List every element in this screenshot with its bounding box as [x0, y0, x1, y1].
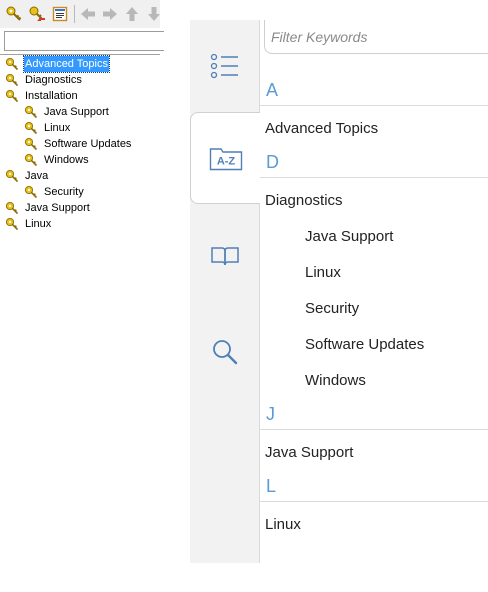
tree-item-label: Diagnostics: [25, 74, 82, 86]
index-content: A Advanced Topics D Diagnostics Java Support…: [260, 20, 488, 563]
down-arrow-icon[interactable]: [145, 5, 163, 23]
index-letter-heading: D: [266, 152, 279, 172]
toolbar-separator: [74, 5, 75, 23]
index-letter-heading: L: [266, 476, 277, 496]
index-entry[interactable]: Diagnostics: [265, 192, 343, 209]
tree-item-label: Java: [25, 170, 49, 182]
letter-divider: [260, 501, 488, 502]
key-icon: [5, 217, 19, 231]
classic-search-field[interactable]: [4, 31, 164, 51]
key-icon[interactable]: [5, 5, 23, 23]
key-sync-icon[interactable]: [28, 5, 46, 23]
svg-text:A-Z: A-Z: [217, 156, 236, 168]
index-entry[interactable]: Advanced Topics: [265, 120, 378, 137]
index-subentry[interactable]: Software Updates: [305, 336, 424, 353]
key-icon: [24, 137, 38, 151]
index-tab[interactable]: A-Z: [190, 112, 261, 204]
index-entry[interactable]: Java Support: [265, 444, 353, 461]
key-icon: [24, 121, 38, 135]
index-entry[interactable]: Linux: [265, 516, 301, 533]
tree-item-label: Security: [44, 186, 84, 198]
index-subentry[interactable]: Linux: [305, 264, 341, 281]
filter-box: [264, 20, 488, 54]
print-topic-icon[interactable]: [51, 5, 69, 23]
modern-help-panel: A-Z AAdvanced: [190, 20, 488, 563]
tree-item-label: Software Updates: [44, 138, 132, 150]
index-subentry[interactable]: Windows: [305, 372, 366, 389]
key-icon: [24, 153, 38, 167]
up-arrow-icon[interactable]: [123, 5, 141, 23]
contents-tab[interactable]: [190, 20, 260, 112]
tree-item-label: Windows: [44, 154, 89, 166]
tree-item-label: Installation: [25, 90, 78, 102]
back-arrow-icon[interactable]: [79, 5, 97, 23]
index-letter-heading: J: [266, 404, 275, 424]
letter-divider: [260, 177, 488, 178]
tree-item-label: Java Support: [44, 106, 109, 118]
index-subentry[interactable]: Java Support: [305, 228, 393, 245]
forward-arrow-icon[interactable]: [101, 5, 119, 23]
tree-item-label: Linux: [44, 122, 71, 134]
bookmarks-tab[interactable]: [190, 210, 260, 302]
letter-divider: [260, 105, 488, 106]
classic-toolbar: [0, 0, 160, 28]
key-icon: [24, 185, 38, 199]
key-icon: [5, 57, 19, 71]
nav-tab-strip: A-Z: [190, 20, 261, 563]
filter-keywords-input[interactable]: [269, 26, 473, 48]
key-icon: [5, 89, 19, 103]
tree-item-label: Java Support: [25, 202, 90, 214]
index-letter-heading: A: [266, 80, 279, 100]
letter-divider: [260, 429, 488, 430]
classic-index-panel: Advanced Topics Diagnostics Installation Ja…: [0, 0, 164, 240]
key-icon: [5, 201, 19, 215]
search-tab[interactable]: [190, 306, 260, 398]
index-subentry[interactable]: Security: [305, 300, 359, 317]
tree-item-label: Linux: [25, 218, 52, 230]
tree-item-label: Advanced Topics: [23, 55, 110, 73]
key-icon: [5, 169, 19, 183]
classic-divider: [0, 54, 160, 55]
key-icon: [24, 105, 38, 119]
key-icon: [5, 73, 19, 87]
